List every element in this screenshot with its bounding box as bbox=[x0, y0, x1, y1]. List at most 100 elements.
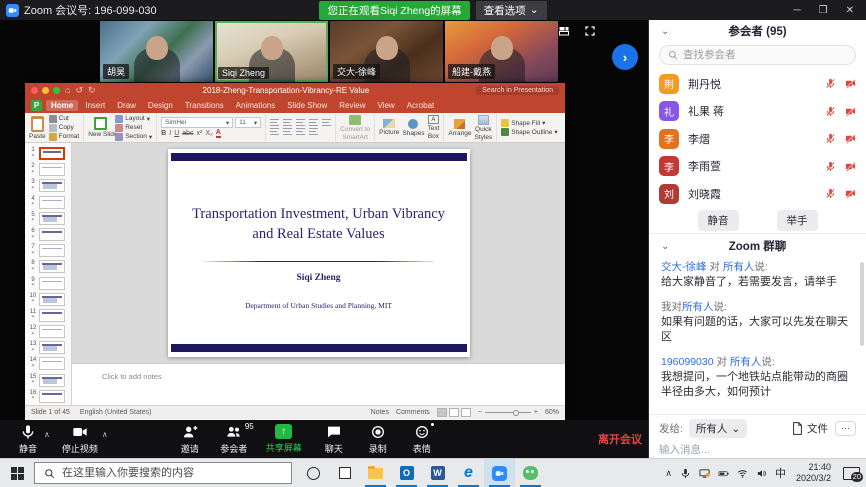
gallery-layout-icon[interactable] bbox=[558, 24, 570, 42]
font-size-select[interactable]: 11▾ bbox=[235, 117, 261, 128]
tab-home[interactable]: Home bbox=[46, 100, 78, 111]
maximize-button[interactable]: ❐ bbox=[819, 5, 828, 16]
subscript-button[interactable]: X₂ bbox=[205, 130, 212, 137]
slide-thumbnail[interactable]: 1✦ bbox=[25, 146, 71, 162]
slide-thumbnail[interactable]: 6✦ bbox=[25, 227, 71, 243]
slide-thumbnail[interactable]: 5✦ bbox=[25, 211, 71, 227]
slide-thumbnail[interactable]: 13✦ bbox=[25, 340, 71, 356]
reset-button[interactable]: Reset bbox=[115, 124, 152, 132]
task-view-button[interactable] bbox=[329, 459, 360, 487]
slide-thumbnail[interactable]: 4✦ bbox=[25, 195, 71, 211]
tab-review[interactable]: Review bbox=[334, 100, 370, 111]
participant-row[interactable]: 刘 刘晓霞 bbox=[649, 180, 866, 208]
battery-icon[interactable] bbox=[718, 468, 729, 479]
wechat-button[interactable] bbox=[515, 459, 546, 487]
leave-meeting-button[interactable]: 离开会议 bbox=[598, 420, 642, 458]
tab-insert[interactable]: Insert bbox=[80, 100, 110, 111]
record-button[interactable]: 录制 bbox=[356, 420, 400, 458]
bold-button[interactable]: B bbox=[161, 130, 166, 137]
shape-fill-button[interactable]: Shape Fill▾ bbox=[501, 119, 557, 127]
slide-thumbnail[interactable]: 9✦ bbox=[25, 276, 71, 292]
slide-sorter-view-button[interactable] bbox=[449, 408, 459, 417]
file-explorer-button[interactable] bbox=[360, 459, 391, 487]
mute-me-button[interactable]: 静音 bbox=[698, 210, 739, 231]
participants-button[interactable]: 95 参会者 bbox=[212, 420, 256, 458]
format-painter-button[interactable]: Format bbox=[49, 133, 80, 141]
tab-animations[interactable]: Animations bbox=[231, 100, 281, 111]
italic-button[interactable]: I bbox=[169, 130, 171, 137]
tab-view[interactable]: View bbox=[373, 100, 400, 111]
mac-close-button[interactable] bbox=[31, 87, 38, 94]
indent-increase-icon[interactable] bbox=[309, 119, 318, 127]
font-color-button[interactable]: A bbox=[216, 129, 221, 138]
arrange-button[interactable]: Arrange bbox=[448, 119, 471, 137]
close-button[interactable]: ✕ bbox=[846, 5, 854, 16]
ime-indicator[interactable]: 中 bbox=[775, 465, 786, 481]
tab-acrobat[interactable]: Acrobat bbox=[402, 100, 440, 111]
mute-button[interactable]: 静音 bbox=[6, 420, 50, 458]
slide-thumbnail[interactable]: 8✦ bbox=[25, 259, 71, 275]
participant-search-box[interactable] bbox=[659, 45, 856, 65]
mac-minimize-button[interactable] bbox=[42, 87, 49, 94]
next-videos-button[interactable]: › bbox=[612, 44, 638, 70]
cut-button[interactable]: Cut bbox=[49, 115, 80, 123]
participant-row[interactable]: 李 李雨萱 bbox=[649, 153, 866, 181]
slide-thumbnail[interactable]: 12✦ bbox=[25, 324, 71, 340]
participant-search-input[interactable] bbox=[683, 49, 833, 61]
notes-toggle[interactable]: Notes bbox=[371, 409, 389, 416]
redo-icon[interactable]: ↻ bbox=[88, 86, 96, 95]
speaker-icon[interactable] bbox=[756, 468, 767, 479]
line-spacing-icon[interactable] bbox=[322, 119, 331, 127]
wifi-icon[interactable] bbox=[737, 468, 748, 479]
tray-expand-chevron[interactable]: ∧ bbox=[665, 468, 672, 479]
screen-share-tray-icon[interactable] bbox=[699, 468, 710, 479]
zoom-slider[interactable]: −+ bbox=[478, 409, 538, 416]
tray-mic-icon[interactable] bbox=[680, 468, 691, 479]
copy-button[interactable]: Copy bbox=[49, 124, 80, 132]
taskbar-search-box[interactable] bbox=[34, 462, 292, 484]
chat-button[interactable]: 聊天 bbox=[312, 420, 356, 458]
mac-zoom-button[interactable] bbox=[53, 87, 60, 94]
slide-thumbnail[interactable]: 10✦ bbox=[25, 292, 71, 308]
indent-decrease-icon[interactable] bbox=[296, 119, 305, 127]
cortana-button[interactable] bbox=[298, 459, 329, 487]
word-button[interactable]: W bbox=[422, 459, 453, 487]
slide-thumbnail[interactable]: 2✦ bbox=[25, 162, 71, 178]
font-name-select[interactable]: SimHei▾ bbox=[161, 117, 233, 128]
language-indicator[interactable]: English (United States) bbox=[80, 409, 152, 416]
convert-smartart-button[interactable]: Convert to SmartArt bbox=[340, 115, 370, 141]
new-slide-button[interactable]: New Slide bbox=[88, 117, 112, 138]
zoom-taskbar-button[interactable] bbox=[484, 459, 515, 487]
slide-thumbnail[interactable]: 3✦ bbox=[25, 178, 71, 194]
shapes-button[interactable]: Shapes bbox=[402, 119, 424, 137]
slide-thumbnail[interactable]: 16✦ bbox=[25, 389, 71, 405]
send-to-dropdown[interactable]: 所有人 ⌄ bbox=[689, 419, 747, 438]
slide-thumbnail[interactable]: 7✦ bbox=[25, 243, 71, 259]
invite-button[interactable]: 邀请 bbox=[168, 420, 212, 458]
text-box-button[interactable]: A Text Box bbox=[427, 115, 439, 140]
participant-row[interactable]: 李 李熠 bbox=[649, 125, 866, 153]
layout-button[interactable]: Layout▾ bbox=[115, 115, 152, 123]
video-thumbnail-active-speaker[interactable]: Siqi Zheng bbox=[215, 21, 328, 82]
notes-pane[interactable]: Click to add notes bbox=[72, 363, 565, 405]
superscript-button[interactable]: x² bbox=[197, 130, 203, 137]
slide-thumbnail[interactable]: 11✦ bbox=[25, 308, 71, 324]
collapse-participants-chevron[interactable]: ⌄ bbox=[661, 26, 669, 37]
justify-icon[interactable] bbox=[309, 128, 318, 136]
stop-video-button[interactable]: 停止视频 bbox=[52, 420, 108, 458]
fullscreen-icon[interactable] bbox=[584, 24, 596, 42]
video-thumbnail[interactable]: 交大-徐峰 bbox=[330, 21, 443, 82]
shape-outline-button[interactable]: Shape Outline▾ bbox=[501, 128, 557, 136]
bullets-icon[interactable] bbox=[270, 119, 279, 127]
more-options-button[interactable]: ⋯ bbox=[835, 421, 856, 436]
video-thumbnail[interactable]: 胡昊 bbox=[100, 21, 213, 82]
align-center-icon[interactable] bbox=[283, 128, 292, 136]
normal-view-button[interactable] bbox=[437, 408, 447, 417]
collapse-chat-chevron[interactable]: ⌄ bbox=[661, 241, 669, 252]
chat-scrollbar[interactable] bbox=[860, 262, 864, 346]
undo-icon[interactable]: ↺ bbox=[75, 86, 83, 95]
participant-row[interactable]: 礼 礼果 蒋 bbox=[649, 98, 866, 126]
align-left-icon[interactable] bbox=[270, 128, 279, 136]
notification-center-button[interactable]: 20 bbox=[843, 467, 860, 480]
file-button[interactable]: 文件 bbox=[792, 421, 828, 436]
